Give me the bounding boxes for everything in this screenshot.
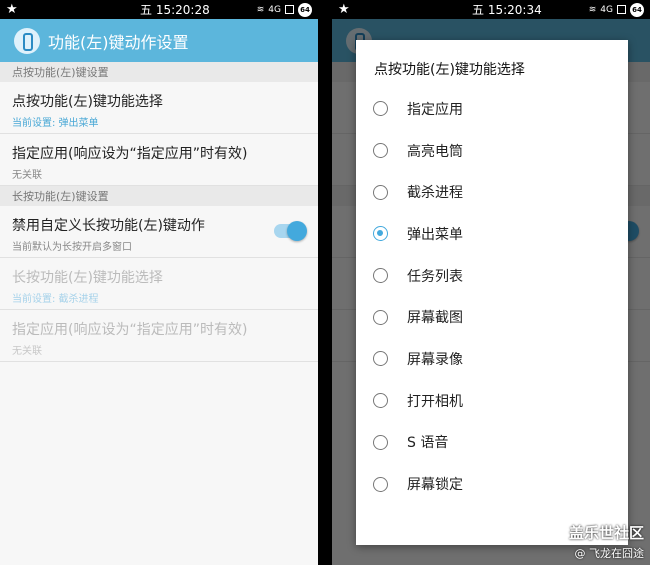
longpress-function-select-row: 长按功能(左)键功能选择 当前设置: 截杀进程 [0, 258, 318, 310]
disable-longpress-row[interactable]: 禁用自定义长按功能(左)键动作 当前默认为长按开启多窗口 [0, 206, 318, 258]
right-screen: ★ 五 15:20:34 ≋ 4G 64 点按功能(左)键功能选择 指定应用高亮… [332, 0, 650, 565]
row-title: 点按功能(左)键功能选择 [12, 94, 163, 110]
toggle-knob [287, 221, 307, 241]
left-screen: ★ 五 15:20:28 ≋ 4G 64 功能(左)键动作设置 点按功能(左)键… [0, 0, 318, 565]
signal-icon [285, 5, 294, 14]
tap-assign-app-row[interactable]: 指定应用(响应设为“指定应用”时有效) 无关联 [0, 134, 318, 186]
option-item[interactable]: 打开相机 [356, 380, 628, 422]
option-label: 屏幕截图 [407, 310, 463, 327]
wifi-icon: ≋ [588, 4, 597, 15]
option-item[interactable]: 截杀进程 [356, 171, 628, 213]
option-label: 打开相机 [407, 393, 463, 410]
row-title: 禁用自定义长按功能(左)键动作 [12, 218, 205, 234]
section-header-tap: 点按功能(左)键设置 [0, 62, 318, 82]
option-item[interactable]: 指定应用 [356, 88, 628, 130]
row-title: 指定应用(响应设为“指定应用”时有效) [12, 322, 248, 338]
radio-unchecked-icon[interactable] [373, 268, 388, 284]
watermark-author: @ 飞龙在囧途 [574, 547, 645, 560]
radio-checked-icon[interactable] [373, 226, 388, 242]
option-label: 任务列表 [407, 268, 463, 285]
option-label: 截杀进程 [407, 185, 463, 202]
signal-icon [617, 5, 626, 14]
network-type: 4G [268, 4, 281, 15]
option-label: S 语音 [407, 435, 449, 452]
watermark: 盖乐世社区 @ 飞龙在囧途 [569, 522, 644, 561]
option-label: 弹出菜单 [407, 226, 463, 243]
row-subtitle: 当前默认为长按开启多窗口 [12, 242, 132, 253]
section-header-longpress: 长按功能(左)键设置 [0, 186, 318, 206]
option-item[interactable]: 任务列表 [356, 255, 628, 297]
app-bar: 功能(左)键动作设置 [0, 19, 318, 62]
network-type: 4G [600, 4, 613, 15]
wifi-icon: ≋ [256, 4, 265, 15]
app-logo-icon[interactable] [14, 27, 40, 54]
radio-unchecked-icon[interactable] [373, 143, 388, 159]
radio-unchecked-icon[interactable] [373, 184, 388, 200]
star-icon: ★ [338, 2, 350, 17]
longpress-assign-app-row: 指定应用(响应设为“指定应用”时有效) 无关联 [0, 310, 318, 362]
settings-list: 点按功能(左)键设置 点按功能(左)键功能选择 当前设置: 弹出菜单 指定应用(… [0, 62, 318, 565]
option-item[interactable]: 高亮电筒 [356, 130, 628, 172]
battery-icon: 64 [630, 2, 644, 17]
status-bar: ★ 五 15:20:34 ≋ 4G 64 [332, 0, 650, 19]
radio-unchecked-icon[interactable] [373, 309, 388, 325]
row-subtitle: 无关联 [12, 170, 42, 181]
row-title: 长按功能(左)键功能选择 [12, 270, 163, 286]
status-time: 五 15:20:28 [140, 3, 210, 17]
row-title: 指定应用(响应设为“指定应用”时有效) [12, 146, 248, 162]
status-bar: ★ 五 15:20:28 ≋ 4G 64 [0, 0, 318, 19]
dialog-title: 点按功能(左)键功能选择 [374, 62, 525, 78]
star-icon: ★ [6, 2, 18, 17]
row-subtitle: 当前设置: 截杀进程 [12, 294, 99, 305]
option-item[interactable]: 屏幕录像 [356, 338, 628, 380]
row-subtitle: 无关联 [12, 346, 42, 357]
tap-function-select-row[interactable]: 点按功能(左)键功能选择 当前设置: 弹出菜单 [0, 82, 318, 134]
battery-icon: 64 [298, 2, 312, 17]
option-item[interactable]: 屏幕锁定 [356, 463, 628, 505]
option-item[interactable]: S 语音 [356, 422, 628, 464]
radio-unchecked-icon[interactable] [373, 393, 388, 409]
radio-unchecked-icon[interactable] [373, 351, 388, 367]
disable-longpress-toggle[interactable] [274, 221, 307, 241]
option-item[interactable]: 屏幕截图 [356, 296, 628, 338]
option-label: 屏幕录像 [407, 351, 463, 368]
option-label: 屏幕锁定 [407, 477, 463, 494]
watermark-brand: 盖乐世社区 [568, 524, 644, 542]
row-subtitle: 当前设置: 弹出菜单 [12, 118, 99, 129]
radio-unchecked-icon[interactable] [373, 476, 388, 492]
radio-unchecked-icon[interactable] [373, 434, 388, 450]
page-title: 功能(左)键动作设置 [48, 32, 189, 52]
function-select-dialog: 点按功能(左)键功能选择 指定应用高亮电筒截杀进程弹出菜单任务列表屏幕截图屏幕录… [356, 40, 628, 545]
options-list: 指定应用高亮电筒截杀进程弹出菜单任务列表屏幕截图屏幕录像打开相机 S 语音屏幕锁定 [356, 88, 628, 505]
option-label: 高亮电筒 [407, 143, 463, 160]
status-time: 五 15:20:34 [472, 3, 542, 17]
radio-unchecked-icon[interactable] [373, 101, 388, 117]
option-item[interactable]: 弹出菜单 [356, 213, 628, 255]
option-label: 指定应用 [407, 101, 463, 118]
